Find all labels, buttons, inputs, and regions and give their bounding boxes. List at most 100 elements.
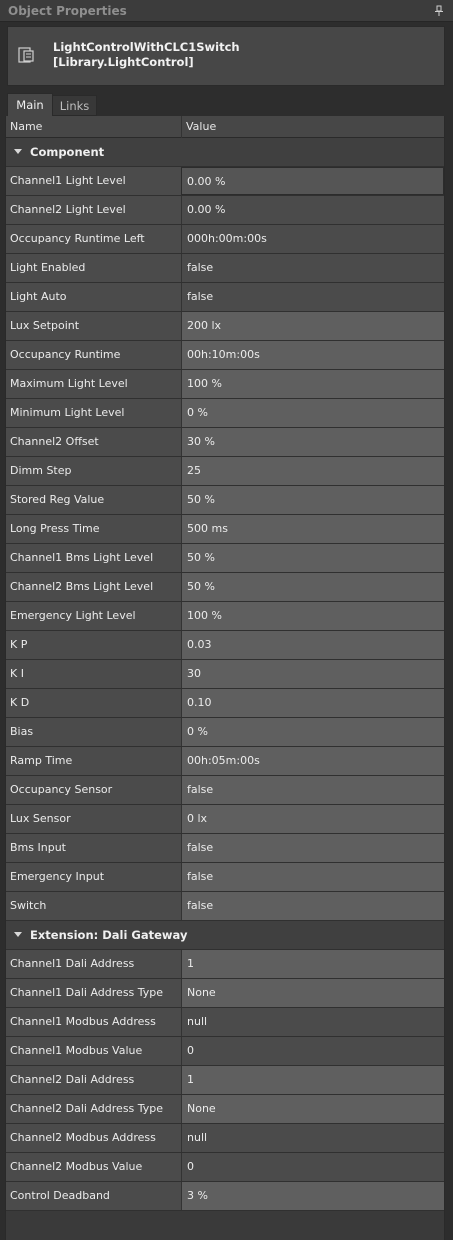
group-label: Extension: Dali Gateway — [30, 928, 188, 942]
property-row[interactable]: Occupancy Runtime 00h:10m:00s — [6, 341, 444, 370]
tab-main[interactable]: Main — [7, 93, 53, 116]
property-value[interactable]: None — [181, 979, 444, 1007]
property-row[interactable]: Channel1 Modbus Address null — [6, 1008, 444, 1037]
property-row[interactable]: Emergency Input false — [6, 863, 444, 892]
property-value[interactable]: None — [181, 1095, 444, 1123]
group-header[interactable]: Component — [6, 138, 444, 167]
property-name: Bms Input — [6, 834, 181, 862]
property-value[interactable]: false — [181, 892, 444, 920]
pin-icon[interactable] — [434, 5, 444, 17]
property-name: Lux Setpoint — [6, 312, 181, 340]
property-value: 0.00 % — [181, 196, 444, 224]
property-value[interactable]: 30 % — [181, 428, 444, 456]
property-value[interactable]: 00h:10m:00s — [181, 341, 444, 369]
property-row[interactable]: K P 0.03 — [6, 631, 444, 660]
property-value[interactable]: 100 % — [181, 602, 444, 630]
property-name: Channel1 Dali Address Type — [6, 979, 181, 1007]
object-summary: LightControlWithCLC1Switch [Library.Ligh… — [7, 26, 445, 86]
property-row[interactable]: Light Enabled false — [6, 254, 444, 283]
property-row[interactable]: Channel1 Light Level 0.00 % — [6, 167, 444, 196]
property-value[interactable]: 500 ms — [181, 515, 444, 543]
property-value[interactable]: 50 % — [181, 573, 444, 601]
property-value[interactable]: false — [181, 863, 444, 891]
property-name: Channel2 Modbus Value — [6, 1153, 181, 1181]
property-value[interactable]: 0 % — [181, 399, 444, 427]
property-row[interactable]: Channel1 Modbus Value 0 — [6, 1037, 444, 1066]
property-value[interactable]: 200 lx — [181, 312, 444, 340]
property-value[interactable]: 50 % — [181, 486, 444, 514]
property-row[interactable]: Dimm Step 25 — [6, 457, 444, 486]
property-name: Bias — [6, 718, 181, 746]
property-row[interactable]: Bms Input false — [6, 834, 444, 863]
column-header-value[interactable]: Value — [186, 120, 216, 133]
property-grid: Name Value Component Channel1 Light Level… — [5, 116, 445, 1240]
property-name: Occupancy Runtime — [6, 341, 181, 369]
property-row[interactable]: Lux Sensor 0 lx — [6, 805, 444, 834]
property-row[interactable]: Channel1 Dali Address 1 — [6, 950, 444, 979]
property-row[interactable]: Channel2 Bms Light Level 50 % — [6, 573, 444, 602]
property-value[interactable]: 0.00 % — [181, 167, 444, 195]
property-row[interactable]: K I 30 — [6, 660, 444, 689]
property-row[interactable]: Bias 0 % — [6, 718, 444, 747]
property-row[interactable]: Channel1 Dali Address Type None — [6, 979, 444, 1008]
property-value: null — [181, 1008, 444, 1036]
property-row[interactable]: Control Deadband 3 % — [6, 1182, 444, 1211]
property-row[interactable]: Light Auto false — [6, 283, 444, 312]
property-value: false — [181, 254, 444, 282]
property-row[interactable]: Channel2 Dali Address Type None — [6, 1095, 444, 1124]
property-row[interactable]: Channel2 Modbus Value 0 — [6, 1153, 444, 1182]
chevron-down-icon[interactable] — [14, 149, 22, 155]
property-row[interactable]: Emergency Light Level 100 % — [6, 602, 444, 631]
property-row[interactable]: K D 0.10 — [6, 689, 444, 718]
property-row[interactable]: Ramp Time 00h:05m:00s — [6, 747, 444, 776]
object-name: LightControlWithCLC1Switch [Library.Ligh… — [53, 40, 240, 70]
property-value[interactable]: 0.10 — [181, 689, 444, 717]
property-value[interactable]: 0 lx — [181, 805, 444, 833]
chevron-down-icon[interactable] — [14, 932, 22, 938]
property-value[interactable]: 100 % — [181, 370, 444, 398]
property-name: Ramp Time — [6, 747, 181, 775]
property-name: Emergency Light Level — [6, 602, 181, 630]
property-value[interactable]: 1 — [181, 1066, 444, 1094]
property-name: Minimum Light Level — [6, 399, 181, 427]
column-divider[interactable] — [181, 116, 182, 138]
property-value[interactable]: 30 — [181, 660, 444, 688]
property-value[interactable]: 00h:05m:00s — [181, 747, 444, 775]
property-row[interactable]: Channel1 Bms Light Level 50 % — [6, 544, 444, 573]
column-header-name[interactable]: Name — [10, 120, 42, 133]
property-value: 0 — [181, 1153, 444, 1181]
property-name: Long Press Time — [6, 515, 181, 543]
panel-title: Object Properties — [8, 4, 127, 18]
property-value[interactable]: false — [181, 776, 444, 804]
property-name: Control Deadband — [6, 1182, 181, 1210]
object-icon — [18, 47, 34, 63]
property-row[interactable]: Occupancy Runtime Left 000h:00m:00s — [6, 225, 444, 254]
property-name: Channel1 Modbus Value — [6, 1037, 181, 1065]
property-name: Channel2 Dali Address Type — [6, 1095, 181, 1123]
property-value: 000h:00m:00s — [181, 225, 444, 253]
property-value[interactable]: 0 % — [181, 718, 444, 746]
tab-links[interactable]: Links — [53, 95, 97, 116]
property-row[interactable]: Channel2 Light Level 0.00 % — [6, 196, 444, 225]
property-row[interactable]: Long Press Time 500 ms — [6, 515, 444, 544]
property-value[interactable]: false — [181, 834, 444, 862]
property-row[interactable]: Occupancy Sensor false — [6, 776, 444, 805]
property-row[interactable]: Channel2 Offset 30 % — [6, 428, 444, 457]
property-name: Dimm Step — [6, 457, 181, 485]
property-name: Maximum Light Level — [6, 370, 181, 398]
property-row[interactable]: Maximum Light Level 100 % — [6, 370, 444, 399]
property-row[interactable]: Channel2 Modbus Address null — [6, 1124, 444, 1153]
property-name: Occupancy Sensor — [6, 776, 181, 804]
property-row[interactable]: Lux Setpoint 200 lx — [6, 312, 444, 341]
property-row[interactable]: Channel2 Dali Address 1 — [6, 1066, 444, 1095]
group-header[interactable]: Extension: Dali Gateway — [6, 921, 444, 950]
property-value[interactable]: 1 — [181, 950, 444, 978]
property-name: Lux Sensor — [6, 805, 181, 833]
property-row[interactable]: Minimum Light Level 0 % — [6, 399, 444, 428]
property-value[interactable]: 3 % — [181, 1182, 444, 1210]
property-value[interactable]: 50 % — [181, 544, 444, 572]
property-row[interactable]: Switch false — [6, 892, 444, 921]
property-value[interactable]: 0.03 — [181, 631, 444, 659]
property-row[interactable]: Stored Reg Value 50 % — [6, 486, 444, 515]
property-value[interactable]: 25 — [181, 457, 444, 485]
